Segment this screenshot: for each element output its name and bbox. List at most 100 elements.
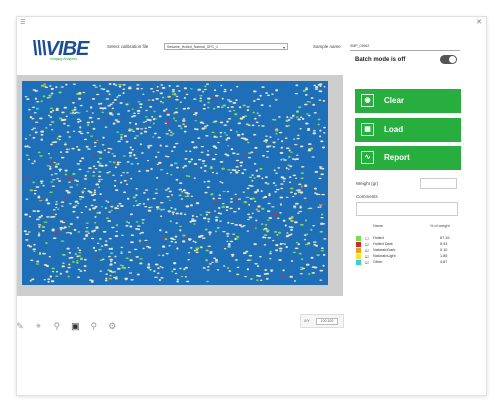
grain-mark bbox=[226, 99, 231, 101]
grain-mark bbox=[136, 225, 141, 227]
zoom-input[interactable]: 100,100 bbox=[316, 318, 338, 325]
grain-mark bbox=[268, 105, 272, 107]
logo-subtitle: Imaging Analytics bbox=[50, 57, 78, 61]
calibration-select[interactable]: Sesame_Hulled_Natural_SPC_1 ▾ bbox=[164, 43, 288, 50]
grain-mark bbox=[238, 224, 242, 227]
legend-checkbox[interactable]: ☑ bbox=[365, 260, 369, 265]
grain-mark bbox=[137, 228, 141, 231]
grain-mark bbox=[72, 83, 76, 85]
grain-mark bbox=[107, 151, 110, 154]
pin-icon[interactable]: ⚲ bbox=[88, 320, 100, 332]
grain-mark bbox=[145, 169, 150, 172]
grain-mark bbox=[109, 263, 113, 266]
zoom-icon[interactable]: ⚲ bbox=[51, 320, 63, 332]
grain-mark bbox=[102, 120, 106, 122]
grain-mark bbox=[209, 166, 213, 168]
grain-mark bbox=[307, 149, 312, 152]
comments-input[interactable] bbox=[356, 202, 458, 216]
grain-mark bbox=[31, 106, 36, 109]
grain-mark bbox=[177, 168, 181, 170]
grain-mark bbox=[300, 258, 304, 261]
grain-mark bbox=[236, 273, 240, 276]
grain-mark bbox=[170, 240, 174, 243]
grain-mark bbox=[254, 146, 258, 149]
grain-mark bbox=[52, 237, 57, 239]
grain-mark bbox=[225, 209, 229, 212]
grain-mark bbox=[146, 159, 150, 162]
grain-mark bbox=[290, 151, 293, 153]
load-button[interactable]: ▦ Load bbox=[355, 118, 461, 142]
grain-mark bbox=[142, 202, 146, 205]
grain-mark bbox=[247, 218, 250, 221]
grain-mark bbox=[133, 137, 137, 139]
grain-mark bbox=[129, 213, 133, 216]
grain-mark bbox=[92, 127, 96, 130]
grain-mark bbox=[44, 86, 49, 88]
grain-mark bbox=[122, 83, 126, 86]
batch-mode-toggle[interactable] bbox=[440, 55, 457, 64]
settings-pin-icon[interactable]: ⚙ bbox=[106, 320, 118, 332]
grain-mark bbox=[25, 154, 29, 157]
sample-name-input[interactable]: SMP_03962 bbox=[350, 43, 460, 51]
grain-mark bbox=[171, 91, 176, 93]
grain-mark bbox=[81, 190, 85, 193]
grain-mark bbox=[83, 138, 88, 141]
grain-mark bbox=[287, 164, 291, 167]
grain-mark bbox=[298, 252, 302, 255]
grain-mark bbox=[99, 193, 102, 196]
grain-mark bbox=[108, 211, 112, 213]
grain-image[interactable] bbox=[22, 81, 328, 285]
grain-mark bbox=[141, 219, 145, 221]
grain-mark bbox=[310, 148, 313, 150]
grain-mark bbox=[175, 212, 179, 215]
crop-icon[interactable]: ⌖ bbox=[32, 320, 44, 332]
weight-input[interactable] bbox=[420, 178, 457, 189]
grain-mark bbox=[212, 197, 215, 200]
grain-mark bbox=[67, 191, 71, 194]
grain-mark bbox=[300, 185, 303, 188]
grain-mark bbox=[281, 243, 284, 245]
grain-mark bbox=[252, 100, 256, 102]
grain-mark bbox=[182, 107, 187, 110]
grain-mark bbox=[297, 189, 302, 191]
grain-mark bbox=[314, 170, 319, 173]
grain-mark bbox=[204, 228, 208, 231]
fill-icon[interactable]: ▣ bbox=[69, 320, 81, 332]
legend-checkbox[interactable]: ☑ bbox=[365, 242, 369, 247]
clear-button[interactable]: ◉ Clear bbox=[355, 89, 461, 113]
grain-mark bbox=[180, 127, 183, 130]
grain-mark bbox=[167, 95, 171, 98]
grain-mark bbox=[261, 86, 265, 88]
grain-mark bbox=[125, 224, 129, 227]
grain-mark bbox=[108, 238, 112, 240]
grain-mark bbox=[128, 151, 133, 154]
legend-checkbox[interactable]: ☑ bbox=[365, 254, 369, 259]
grain-mark bbox=[38, 225, 41, 228]
grain-mark bbox=[225, 205, 229, 209]
grain-mark bbox=[31, 129, 34, 131]
pencil-icon[interactable]: ✎ bbox=[14, 320, 26, 332]
grain-mark bbox=[318, 90, 323, 93]
grain-mark bbox=[283, 243, 286, 245]
grain-mark bbox=[166, 111, 170, 113]
legend-checkbox[interactable]: ☑ bbox=[365, 248, 369, 253]
grain-mark bbox=[132, 130, 135, 132]
grain-mark bbox=[60, 86, 65, 88]
grain-mark bbox=[260, 279, 263, 282]
grain-mark bbox=[177, 125, 182, 127]
grain-mark bbox=[193, 98, 197, 100]
grain-mark bbox=[196, 249, 199, 251]
grain-mark bbox=[295, 241, 298, 244]
legend-checkbox[interactable]: ☐ bbox=[365, 236, 369, 241]
grain-mark bbox=[279, 242, 283, 246]
grain-mark bbox=[176, 280, 179, 283]
grain-mark bbox=[96, 117, 101, 120]
report-button[interactable]: ∿ Report bbox=[355, 146, 461, 170]
hamburger-icon[interactable]: ☰ bbox=[20, 20, 25, 26]
grain-mark bbox=[99, 270, 103, 272]
grain-mark bbox=[50, 143, 53, 146]
close-icon[interactable]: ✕ bbox=[476, 19, 482, 26]
grain-mark bbox=[155, 156, 158, 158]
grain-mark bbox=[131, 148, 135, 151]
grain-mark bbox=[316, 254, 320, 257]
